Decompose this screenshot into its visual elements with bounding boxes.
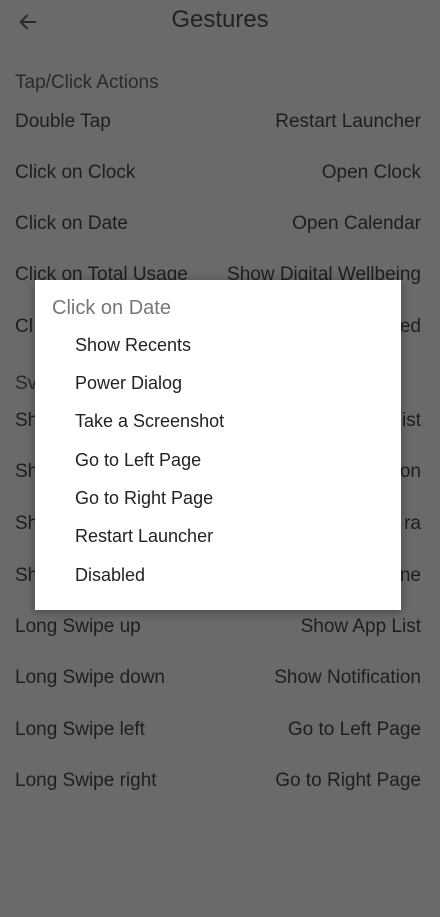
dialog-title: Click on Date [52,297,171,319]
option-take-screenshot[interactable]: Take a Screenshot [75,406,375,436]
top-bar: Gestures [0,0,440,44]
row-long-swipe-right[interactable]: Long Swipe right Go to Right Page [15,761,421,801]
row-click-on-date[interactable]: Click on Date Open Calendar [15,204,421,244]
row-click-on-clock[interactable]: Click on Clock Open Clock [15,153,421,193]
row-label: Cl [15,316,33,337]
gestures-screen: Gestures Tap/Click Actions Double Tap Re… [0,0,440,917]
row-value: Open Clock [321,162,421,183]
row-label: Long Swipe right [15,770,157,791]
row-label: Double Tap [15,111,111,132]
row-label: Long Swipe up [15,616,141,637]
row-value: ist [402,410,421,431]
row-value: Open Calendar [292,213,421,234]
row-label: Click on Clock [15,162,136,183]
row-long-swipe-up[interactable]: Long Swipe up Show App List [15,607,421,647]
row-value: Show App List [300,616,421,637]
row-value: Go to Left Page [287,719,421,740]
row-long-swipe-left[interactable]: Long Swipe left Go to Left Page [15,710,421,750]
option-go-to-left-page[interactable]: Go to Left Page [75,445,375,475]
row-label: Long Swipe down [15,667,165,688]
option-go-to-right-page[interactable]: Go to Right Page [75,483,375,513]
action-picker-dialog: Click on Date Show Recents Power Dialog … [35,280,401,610]
row-value: Show Notification [274,667,421,688]
row-value: Go to Right Page [275,770,421,791]
row-double-tap[interactable]: Double Tap Restart Launcher [15,102,421,142]
row-value: ra [404,513,421,534]
row-value: Restart Launcher [275,111,421,132]
row-value: ed [399,316,421,337]
row-value: on [399,461,421,482]
row-label: Click on Date [15,213,128,234]
section-header-tap-click: Tap/Click Actions [15,72,159,93]
row-label: Long Swipe left [15,719,145,740]
option-restart-launcher[interactable]: Restart Launcher [75,521,375,551]
row-long-swipe-down[interactable]: Long Swipe down Show Notification [15,658,421,698]
page-title: Gestures [171,6,269,33]
option-power-dialog[interactable]: Power Dialog [75,368,375,398]
row-value: ne [399,565,421,586]
section-header-swipe: Sv [15,373,38,394]
option-disabled[interactable]: Disabled [75,560,375,590]
option-show-recents[interactable]: Show Recents [75,330,375,360]
